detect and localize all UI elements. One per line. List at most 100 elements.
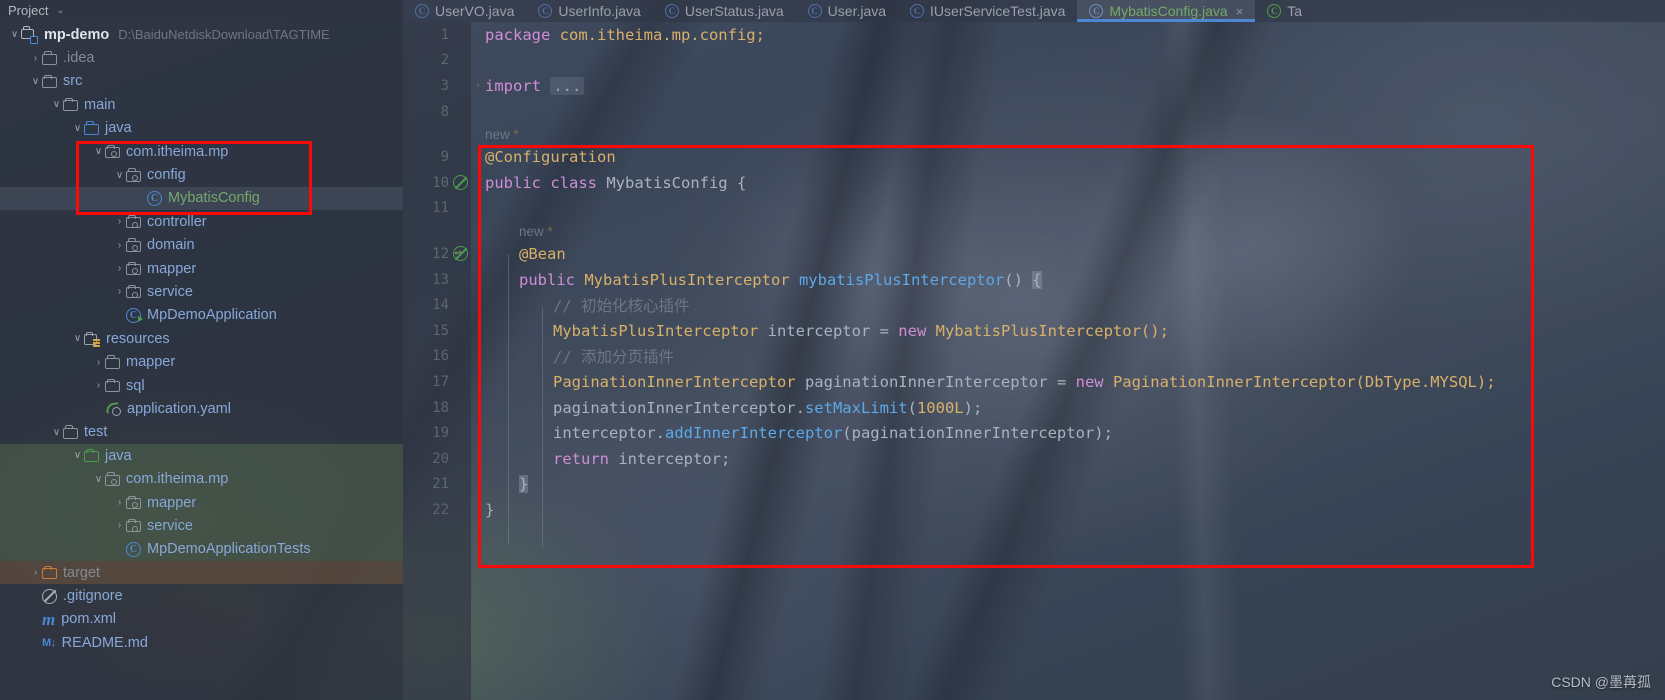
tree-item-com-itheima-mp[interactable]: ∨ com.itheima.mp [0, 467, 403, 491]
tree-item-domain[interactable]: › domain [0, 234, 403, 257]
code-line[interactable]: 10 public class MybatisConfig { [403, 170, 1665, 196]
chevron-down-icon[interactable]: ∨ [71, 449, 84, 462]
code-line[interactable]: 18 paginationInnerInterceptor.setMaxLimit… [403, 395, 1665, 421]
tree-item-label: MybatisConfig [168, 190, 260, 207]
code-line[interactable]: 16 // 添加分页插件 [403, 344, 1665, 370]
tree-item-resources[interactable]: ∨ resources [0, 327, 403, 350]
code-hint-line[interactable]: new * [403, 221, 1665, 241]
tree-item-java[interactable]: ∨ java [0, 444, 403, 468]
inlay-hint-star: * [509, 126, 519, 142]
tree-item-mpdemoapplication[interactable]: C MpDemoApplication [0, 304, 403, 327]
code-line[interactable]: 12 @Bean [403, 241, 1665, 267]
chevron-right-icon[interactable]: › [113, 285, 126, 298]
tree-item-mapper[interactable]: › mapper [0, 257, 403, 280]
chevron-down-icon[interactable]: ∨ [92, 473, 105, 486]
java-class-icon: C [807, 4, 822, 18]
code-line[interactable]: 3 › import ... [403, 73, 1665, 99]
tree-item-config[interactable]: ∨ config [0, 163, 403, 186]
tree-item-test[interactable]: ∨ test [0, 421, 403, 444]
caret-token: } [519, 475, 529, 494]
code-token: MybatisPlusInterceptor [553, 321, 768, 340]
editor-tab-ta[interactable]: C Ta [1255, 0, 1314, 22]
code-lines[interactable]: 1 package com.itheima.mp.config; 2 3 › import… [403, 22, 1665, 700]
tree-item-target[interactable]: › target [0, 560, 403, 585]
tree-item-idea[interactable]: › .idea [0, 46, 403, 69]
code-editor[interactable]: 1 package com.itheima.mp.config; 2 3 › import… [403, 22, 1665, 700]
code-line[interactable]: 15 MybatisPlusInterceptor interceptor = n… [403, 318, 1665, 344]
tree-item-pom-xml[interactable]: m pom.xml [0, 608, 403, 631]
chevron-right-icon[interactable]: › [113, 239, 126, 252]
tree-item-mybatisconfig[interactable]: C MybatisConfig [0, 186, 403, 211]
tree-item-label: test [84, 424, 108, 441]
indent-guide [508, 254, 509, 544]
code-line[interactable]: 2 [403, 48, 1665, 74]
chevron-right-icon[interactable]: › [29, 52, 42, 65]
chevron-right-icon[interactable]: › [113, 215, 126, 228]
code-line[interactable]: 21} [403, 472, 1665, 498]
tree-item-mpdemoapplicationtests[interactable]: C MpDemoApplicationTests [0, 537, 403, 561]
code-line[interactable]: 20 return interceptor; [403, 446, 1665, 472]
editor-tab-user-java[interactable]: C User.java [796, 0, 898, 22]
tree-item-application-yaml[interactable]: application.yaml [0, 397, 403, 420]
code-hint-line[interactable]: new * [403, 124, 1665, 144]
bean-icon[interactable] [449, 175, 471, 191]
line-number: 20 [432, 450, 449, 467]
chevron-down-icon[interactable]: ∨ [71, 332, 84, 345]
tree-item-readme-md[interactable]: M↓ README.md [0, 631, 403, 654]
chevron-right-icon[interactable]: › [113, 496, 126, 509]
code-line[interactable]: 8 [403, 99, 1665, 125]
code-line[interactable]: 9 @Configuration [403, 144, 1665, 170]
code-line[interactable]: 17 PaginationInnerInterceptor paginationI… [403, 369, 1665, 395]
tree-item-controller[interactable]: › controller [0, 210, 403, 233]
tree-item-service[interactable]: › service [0, 514, 403, 538]
project-panel-header[interactable]: Project ⌄ [0, 0, 403, 20]
editor-tab-uservo-java[interactable]: C UserVO.java [403, 0, 526, 22]
tree-item-label: mapper [147, 260, 197, 277]
code-token: MybatisConfig [606, 173, 737, 192]
chevron-down-icon[interactable]: ⌄ [56, 5, 64, 16]
tree-item-java[interactable]: ∨ java [0, 117, 403, 140]
tree-item-sql[interactable]: › sql [0, 374, 403, 397]
close-icon[interactable]: × [1236, 4, 1244, 19]
chevron-right-icon[interactable]: › [29, 566, 42, 579]
java-class-icon: C [664, 4, 679, 18]
editor-tab-userinfo-java[interactable]: C UserInfo.java [526, 0, 652, 22]
bean-arrow-icon[interactable] [449, 246, 471, 262]
chevron-down-icon[interactable]: ∨ [71, 122, 84, 135]
editor-tab-mybatisconfig-java[interactable]: C MybatisConfig.java × [1077, 0, 1256, 22]
chevron-down-icon[interactable]: ∨ [29, 75, 42, 88]
code-line[interactable]: 14 // 初始化核心插件 [403, 292, 1665, 318]
chevron-down-icon[interactable]: ∨ [8, 28, 21, 41]
tree-item-mp-demo[interactable]: ∨ mp-demo D:\BaiduNetdiskDownload\TAGTIME [0, 23, 403, 46]
tree-item-mapper[interactable]: › mapper [0, 350, 403, 373]
project-tree[interactable]: ∨ mp-demo D:\BaiduNetdiskDownload\TAGTIME ›… [0, 20, 403, 655]
code-token: setMaxLimit [804, 398, 908, 417]
editor-tab-bar[interactable]: C UserVO.java C UserInfo.java C UserStatus.ja… [403, 0, 1665, 22]
code-line[interactable]: 22} [403, 497, 1665, 523]
chevron-right-icon[interactable]: › [113, 262, 126, 275]
code-line[interactable]: 11 [403, 196, 1665, 222]
tree-item-gitignore[interactable]: .gitignore [0, 584, 403, 607]
code-token: class [550, 173, 607, 192]
tree-item-label: sql [126, 377, 145, 394]
editor-tab-iuserservicetest-java[interactable]: C IUserServiceTest.java [898, 0, 1077, 22]
code-line[interactable]: 13 public MybatisPlusInterceptor mybatisP… [403, 267, 1665, 293]
tree-item-mapper[interactable]: › mapper [0, 490, 403, 515]
tree-item-service[interactable]: › service [0, 280, 403, 303]
chevron-down-icon[interactable]: ∨ [92, 145, 105, 158]
tree-item-com-itheima-mp[interactable]: ∨ com.itheima.mp [0, 140, 403, 163]
chevron-down-icon[interactable]: ∨ [50, 426, 63, 439]
chevron-right-icon[interactable]: › [92, 379, 105, 392]
tree-item-main[interactable]: ∨ main [0, 93, 403, 116]
chevron-down-icon[interactable]: ∨ [113, 169, 126, 182]
editor-tab-userstatus-java[interactable]: C UserStatus.java [653, 0, 796, 22]
chevron-right-icon[interactable]: › [92, 356, 105, 369]
chevron-right-icon[interactable]: › [113, 519, 126, 532]
tree-item-src[interactable]: ∨ src [0, 70, 403, 93]
code-fold-icon[interactable]: › [471, 80, 485, 91]
code-line[interactable]: 1 package com.itheima.mp.config; [403, 22, 1665, 48]
folded-import-chip[interactable]: ... [550, 76, 585, 95]
chevron-down-icon[interactable]: ∨ [50, 98, 63, 111]
code-line[interactable]: 19 interceptor.addInnerInterceptor(pagina… [403, 420, 1665, 446]
line-number: 12 [432, 245, 449, 262]
